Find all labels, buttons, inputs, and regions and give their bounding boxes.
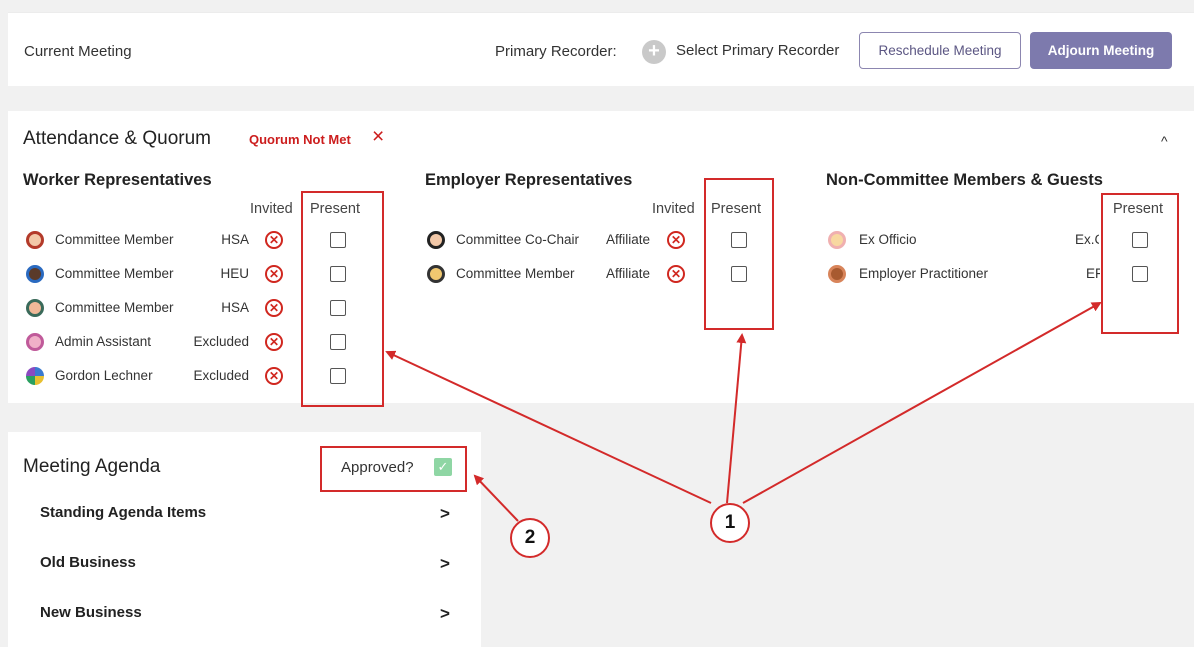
avatar xyxy=(26,299,44,317)
worker-present-checkbox[interactable] xyxy=(330,266,346,282)
worker-row-tag: HSA xyxy=(221,232,249,247)
approved-label: Approved? xyxy=(341,459,414,476)
employer-row-tag: Affiliate xyxy=(605,232,650,247)
adjourn-meeting-button[interactable]: Adjourn Meeting xyxy=(1030,32,1172,69)
select-primary-recorder-link[interactable]: Select Primary Recorder xyxy=(676,42,839,59)
avatar xyxy=(828,265,846,283)
worker-present-checkbox[interactable] xyxy=(330,368,346,384)
employer-representatives-title: Employer Representatives xyxy=(425,171,633,189)
agenda-item-new-business[interactable]: New Business xyxy=(40,604,142,621)
chevron-right-icon[interactable]: > xyxy=(440,604,450,624)
worker-row-name: Committee Member xyxy=(55,266,174,281)
attendance-quorum-panel: Attendance & Quorum Quorum Not Met × ^ W… xyxy=(8,111,1194,403)
guest-row-name: Ex Officio xyxy=(859,232,917,247)
worker-row-tag: Excluded xyxy=(193,334,249,349)
guest-present-checkbox[interactable] xyxy=(1132,266,1148,282)
worker-present-checkbox[interactable] xyxy=(330,300,346,316)
attendance-title: Attendance & Quorum xyxy=(23,128,211,149)
guest-row-tag: Ex.C xyxy=(1075,232,1099,247)
quorum-status-badge: Quorum Not Met xyxy=(249,132,351,147)
avatar xyxy=(26,265,44,283)
employer-row-name: Committee Co-Chair xyxy=(456,232,580,247)
employer-present-checkbox[interactable] xyxy=(731,232,747,248)
invited-declined-icon: ✕ xyxy=(265,299,283,317)
worker-row-tag: Excluded xyxy=(193,368,249,383)
invited-declined-icon: ✕ xyxy=(667,265,685,283)
chevron-right-icon[interactable]: > xyxy=(440,554,450,574)
worker-row-name: Gordon Lechner xyxy=(55,368,153,383)
chevron-right-icon[interactable]: > xyxy=(440,504,450,524)
avatar xyxy=(26,367,44,385)
meeting-header: Current Meeting Primary Recorder: + Sele… xyxy=(8,12,1194,86)
meeting-agenda-panel: Meeting Agenda Approved? ✓ Standing Agen… xyxy=(8,432,481,647)
add-recorder-icon[interactable]: + xyxy=(642,40,666,64)
approved-checkbox[interactable]: ✓ xyxy=(434,458,452,476)
employer-invited-header: Invited xyxy=(652,201,695,217)
guests-present-header: Present xyxy=(1113,201,1163,217)
invited-declined-icon: ✕ xyxy=(265,231,283,249)
worker-present-checkbox[interactable] xyxy=(330,334,346,350)
worker-row-name: Committee Member xyxy=(55,232,174,247)
avatar xyxy=(26,231,44,249)
worker-invited-header: Invited xyxy=(250,201,293,217)
guest-present-checkbox[interactable] xyxy=(1132,232,1148,248)
worker-row-tag: HEU xyxy=(220,266,249,281)
worker-row-name: Admin Assistant xyxy=(55,334,152,349)
worker-row-name: Committee Member xyxy=(55,300,174,315)
invited-declined-icon: ✕ xyxy=(667,231,685,249)
avatar xyxy=(26,333,44,351)
agenda-title: Meeting Agenda xyxy=(23,456,161,477)
employer-row-tag: Affiliate xyxy=(605,266,650,281)
guests-title: Non-Committee Members & Guests xyxy=(826,171,1103,189)
quorum-not-met-icon: × xyxy=(372,125,385,148)
worker-present-header: Present xyxy=(310,201,360,217)
primary-recorder-label: Primary Recorder: xyxy=(495,43,617,60)
agenda-item-standing[interactable]: Standing Agenda Items xyxy=(40,504,206,521)
worker-present-checkbox[interactable] xyxy=(330,232,346,248)
invited-declined-icon: ✕ xyxy=(265,333,283,351)
callout-1: 1 xyxy=(710,503,750,543)
agenda-item-old-business[interactable]: Old Business xyxy=(40,554,136,571)
annotation-arrow xyxy=(473,474,519,522)
avatar xyxy=(427,231,445,249)
worker-row-tag: HSA xyxy=(221,300,249,315)
employer-row-name: Committee Member xyxy=(456,266,575,281)
invited-declined-icon: ✕ xyxy=(265,265,283,283)
invited-declined-icon: ✕ xyxy=(265,367,283,385)
page-title: Current Meeting xyxy=(24,43,132,60)
employer-present-checkbox[interactable] xyxy=(731,266,747,282)
collapse-chevron-icon[interactable]: ^ xyxy=(1161,133,1168,149)
callout-2: 2 xyxy=(510,518,550,558)
reschedule-meeting-button[interactable]: Reschedule Meeting xyxy=(859,32,1021,69)
guest-row-name: Employer Practitioner xyxy=(859,266,989,281)
avatar xyxy=(427,265,445,283)
employer-present-header: Present xyxy=(711,201,761,217)
guest-row-tag: EF xyxy=(1086,266,1100,281)
avatar xyxy=(828,231,846,249)
worker-representatives-title: Worker Representatives xyxy=(23,171,212,189)
